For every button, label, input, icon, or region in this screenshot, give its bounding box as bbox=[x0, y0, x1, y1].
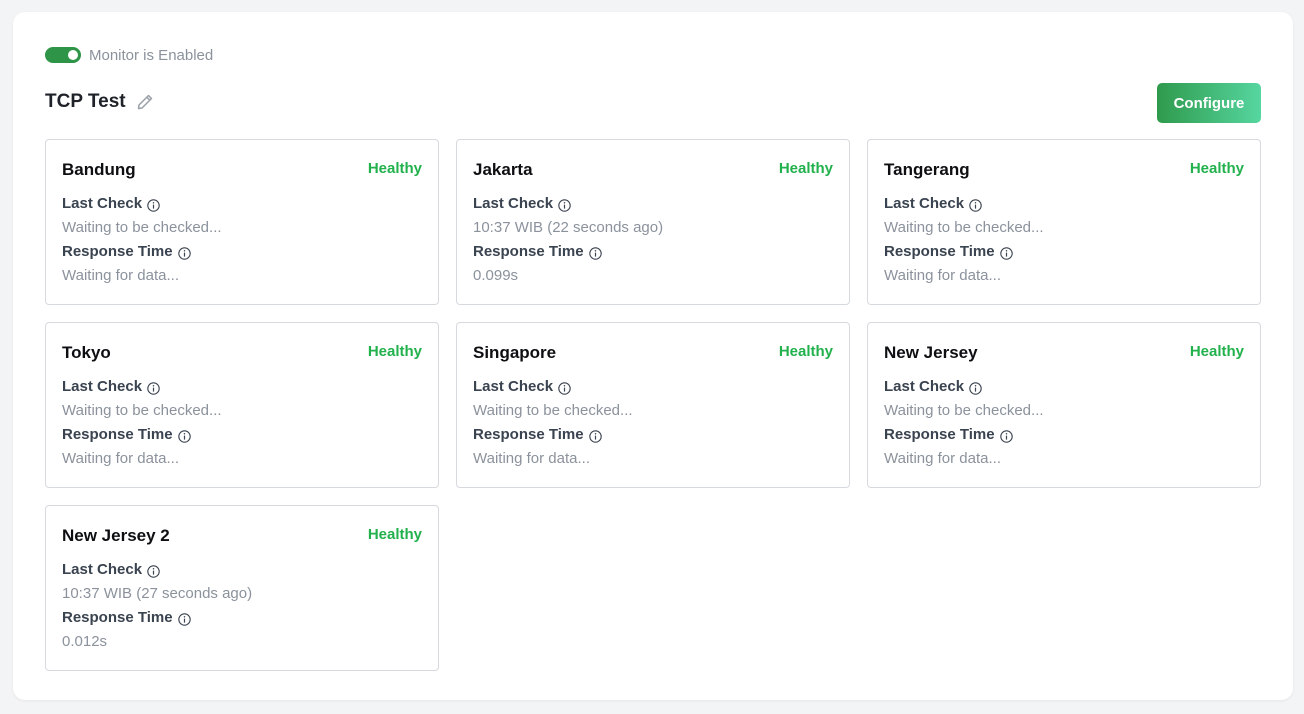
location-name: New Jersey 2 bbox=[62, 526, 170, 545]
info-icon[interactable] bbox=[177, 429, 191, 443]
response-time-label: Response Time bbox=[62, 425, 422, 445]
location-name: Bandung bbox=[62, 160, 136, 179]
last-check-label: Last Check bbox=[62, 194, 422, 214]
last-check-value: Waiting to be checked... bbox=[473, 402, 633, 419]
response-time-label-text: Response Time bbox=[473, 426, 584, 443]
info-icon[interactable] bbox=[999, 429, 1013, 443]
response-time-label: Response Time bbox=[473, 242, 833, 262]
last-check-label-text: Last Check bbox=[62, 561, 143, 578]
status-badge: Healthy bbox=[1189, 160, 1244, 177]
location-name: Tokyo bbox=[62, 343, 111, 362]
response-time-label-text: Response Time bbox=[62, 609, 173, 626]
response-time-label: Response Time bbox=[473, 425, 833, 445]
response-time-label: Response Time bbox=[884, 425, 1244, 445]
response-time-label-text: Response Time bbox=[473, 243, 584, 260]
info-icon[interactable] bbox=[177, 612, 191, 626]
last-check-label-text: Last Check bbox=[884, 378, 965, 395]
location-card: Tangerang Healthy Last Check Waiting to … bbox=[867, 139, 1261, 305]
last-check-label: Last Check bbox=[62, 560, 422, 580]
status-badge: Healthy bbox=[367, 526, 422, 543]
info-icon[interactable] bbox=[147, 564, 160, 578]
info-icon[interactable] bbox=[999, 246, 1013, 260]
response-time-value: Waiting for data... bbox=[62, 267, 179, 284]
location-name: New Jersey bbox=[884, 343, 978, 362]
response-time-label: Response Time bbox=[62, 608, 422, 628]
monitor-enabled-toggle[interactable] bbox=[45, 47, 81, 63]
last-check-value: Waiting to be checked... bbox=[884, 402, 1044, 419]
response-time-label-text: Response Time bbox=[884, 426, 995, 443]
last-check-value: 10:37 WIB (22 seconds ago) bbox=[473, 219, 664, 236]
response-time-value: Waiting for data... bbox=[62, 450, 179, 467]
last-check-value: Waiting to be checked... bbox=[62, 402, 222, 419]
last-check-value: Waiting to be checked... bbox=[884, 219, 1044, 236]
info-icon[interactable] bbox=[588, 246, 602, 260]
card-header: Tokyo Healthy bbox=[62, 342, 422, 364]
status-badge: Healthy bbox=[778, 343, 833, 360]
response-time-value: Waiting for data... bbox=[884, 267, 1001, 284]
location-name: Singapore bbox=[473, 343, 557, 362]
location-card: Bandung Healthy Last Check Waiting to be… bbox=[45, 139, 439, 305]
status-badge: Healthy bbox=[367, 343, 422, 360]
pencil-icon[interactable] bbox=[136, 93, 154, 111]
configure-button[interactable]: Configure bbox=[1157, 83, 1261, 123]
toggle-label: Monitor is Enabled bbox=[89, 46, 214, 64]
card-header: Bandung Healthy bbox=[62, 159, 422, 181]
monitor-title: TCP Test bbox=[45, 91, 126, 112]
last-check-label: Last Check bbox=[884, 194, 1244, 214]
location-card: Singapore Healthy Last Check Waiting to … bbox=[456, 322, 850, 488]
last-check-value: Waiting to be checked... bbox=[62, 219, 222, 236]
status-badge: Healthy bbox=[367, 160, 422, 177]
last-check-label: Last Check bbox=[473, 194, 833, 214]
monitor-toggle-row: Monitor is Enabled bbox=[45, 46, 213, 64]
location-card: New Jersey Healthy Last Check Waiting to… bbox=[867, 322, 1261, 488]
response-time-label: Response Time bbox=[884, 242, 1244, 262]
card-header: New Jersey Healthy bbox=[884, 342, 1244, 364]
location-grid: Bandung Healthy Last Check Waiting to be… bbox=[45, 139, 1261, 671]
response-time-value: 0.012s bbox=[62, 633, 108, 650]
info-icon[interactable] bbox=[177, 246, 191, 260]
info-icon[interactable] bbox=[969, 198, 982, 212]
location-card: Jakarta Healthy Last Check 10:37 WIB (22… bbox=[456, 139, 850, 305]
last-check-value: 10:37 WIB (27 seconds ago) bbox=[62, 585, 253, 602]
card-header: Jakarta Healthy bbox=[473, 159, 833, 181]
response-time-label-text: Response Time bbox=[884, 243, 995, 260]
last-check-label: Last Check bbox=[62, 377, 422, 397]
last-check-label-text: Last Check bbox=[884, 195, 965, 212]
last-check-label: Last Check bbox=[884, 377, 1244, 397]
info-icon[interactable] bbox=[558, 198, 571, 212]
info-icon[interactable] bbox=[558, 381, 571, 395]
last-check-label-text: Last Check bbox=[62, 195, 143, 212]
card-header: Singapore Healthy bbox=[473, 342, 833, 364]
status-badge: Healthy bbox=[778, 160, 833, 177]
location-card: Tokyo Healthy Last Check Waiting to be c… bbox=[45, 322, 439, 488]
info-icon[interactable] bbox=[969, 381, 982, 395]
card-header: New Jersey 2 Healthy bbox=[62, 525, 422, 547]
response-time-label: Response Time bbox=[62, 242, 422, 262]
location-name: Tangerang bbox=[884, 160, 970, 179]
location-card: New Jersey 2 Healthy Last Check 10:37 WI… bbox=[45, 505, 439, 671]
info-icon[interactable] bbox=[147, 198, 160, 212]
response-time-label-text: Response Time bbox=[62, 426, 173, 443]
status-badge: Healthy bbox=[1189, 343, 1244, 360]
card-header: Tangerang Healthy bbox=[884, 159, 1244, 181]
last-check-label: Last Check bbox=[473, 377, 833, 397]
location-name: Jakarta bbox=[473, 160, 533, 179]
response-time-value: Waiting for data... bbox=[884, 450, 1001, 467]
toggle-knob bbox=[68, 50, 78, 60]
last-check-label-text: Last Check bbox=[473, 378, 554, 395]
title-row: TCP Test bbox=[45, 91, 154, 113]
last-check-label-text: Last Check bbox=[473, 195, 554, 212]
response-time-value: Waiting for data... bbox=[473, 450, 590, 467]
monitor-panel: Monitor is Enabled TCP Test Configure Ba… bbox=[13, 12, 1293, 700]
info-icon[interactable] bbox=[588, 429, 602, 443]
info-icon[interactable] bbox=[147, 381, 160, 395]
response-time-value: 0.099s bbox=[473, 267, 519, 284]
last-check-label-text: Last Check bbox=[62, 378, 143, 395]
response-time-label-text: Response Time bbox=[62, 243, 173, 260]
